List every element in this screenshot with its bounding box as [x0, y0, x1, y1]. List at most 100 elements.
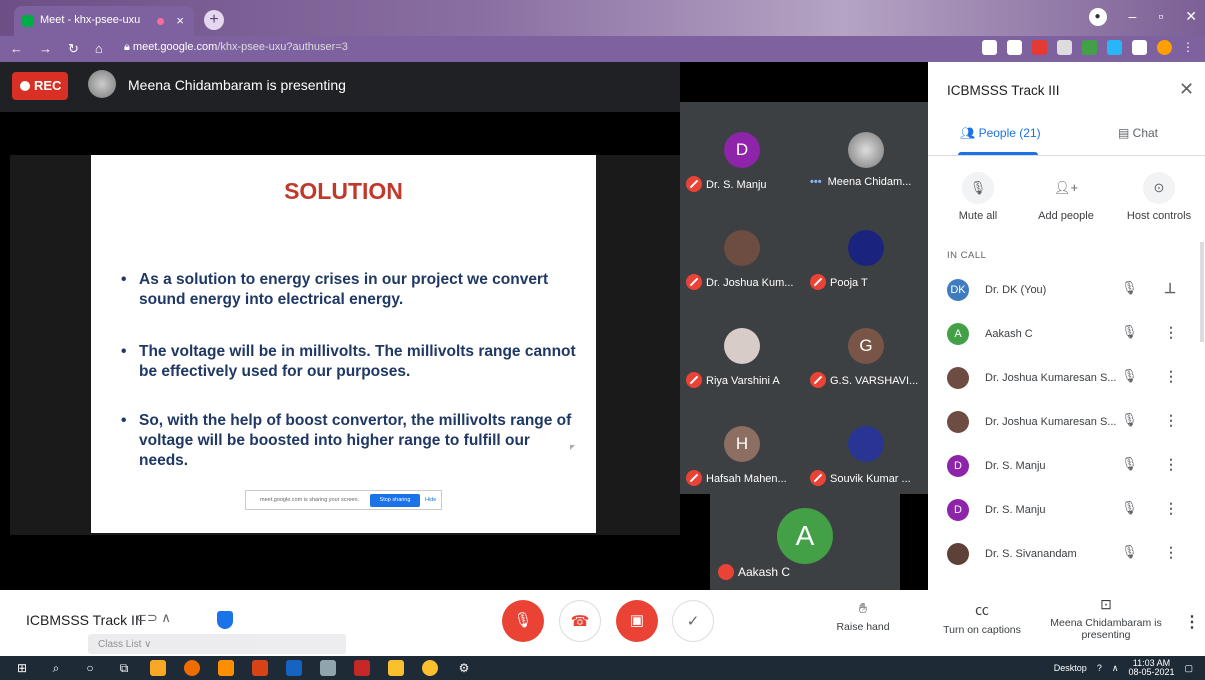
close-window-icon[interactable]: ✕ — [1185, 8, 1197, 26]
extension-check-button[interactable]: ✓ — [672, 600, 714, 642]
captions-button[interactable]: ㏄ Turn on captions — [936, 600, 1028, 636]
participant-row[interactable]: Dr. Joshua Kumaresan S... 🎙︎ ⋮ — [928, 360, 1190, 404]
extensions-puzzle-icon[interactable] — [1132, 40, 1147, 55]
mute-all-button[interactable]: 🎙︎ Mute all — [938, 172, 1018, 222]
pin-icon[interactable]: ⊥ — [1164, 280, 1176, 297]
stop-sharing-button[interactable]: Stop sharing — [370, 494, 420, 507]
lock-icon: 🔒︎ — [124, 41, 133, 53]
participant-tile[interactable]: ••• Meena Chidam... — [804, 102, 928, 200]
task-view-icon[interactable]: ⧉ — [116, 660, 132, 676]
app-icon[interactable] — [218, 660, 234, 676]
mic-off-icon: 🎙︎ — [1121, 324, 1138, 339]
clock-date: 08-05-2021 — [1128, 667, 1175, 677]
more-options-icon[interactable]: ⋮ — [1164, 368, 1178, 385]
participant-tile[interactable]: D Dr. S. Manju — [680, 102, 804, 200]
tab-close-icon[interactable]: × — [176, 13, 184, 28]
more-options-icon[interactable]: ⋮ — [1164, 500, 1178, 517]
tray-chevron-icon[interactable]: ∧ — [1112, 663, 1119, 674]
hide-button[interactable]: Hide — [425, 497, 436, 503]
cortana-icon[interactable]: ○ — [82, 660, 98, 676]
add-people-button[interactable]: 👤︎+ Add people — [1026, 172, 1106, 222]
home-icon[interactable]: ⌂ — [95, 41, 103, 57]
tab-chat[interactable]: ▤ Chat — [1118, 126, 1158, 140]
back-icon[interactable]: ← — [10, 41, 23, 57]
browser-tab[interactable]: Meet - khx-psee-uxu × — [14, 6, 194, 36]
firefox-icon[interactable] — [184, 660, 200, 676]
desktop-toolbar-label[interactable]: Desktop — [1054, 663, 1087, 673]
participant-row[interactable]: Dr. Joshua Kumaresan S... 🎙︎ ⋮ — [928, 404, 1190, 448]
search-icon[interactable]: ⌕ — [48, 660, 64, 676]
participant-tile[interactable]: G G.S. VARSHAVI... — [804, 298, 928, 396]
chrome-icon[interactable] — [422, 660, 438, 676]
acrobat-icon[interactable] — [354, 660, 370, 676]
extension-icon[interactable] — [1082, 40, 1097, 55]
sticky-notes-icon[interactable] — [150, 660, 166, 676]
mic-off-icon: 🎙︎ — [1121, 500, 1138, 515]
help-icon[interactable]: ? — [1097, 663, 1102, 673]
participant-tile[interactable]: H Hafsah Mahen... — [680, 396, 804, 494]
more-options-icon[interactable]: ⋮ — [1164, 412, 1178, 429]
participant-row[interactable]: D Dr. S. Manju 🎙︎ ⋮ — [928, 448, 1190, 492]
slide-bullet: The voltage will be in millivolts. The m… — [121, 342, 581, 382]
close-icon[interactable]: ✕ — [1179, 79, 1194, 100]
participant-tile[interactable]: Pooja T — [804, 200, 928, 298]
app-icon[interactable] — [320, 660, 336, 676]
more-options-icon[interactable]: ⋮ — [1164, 456, 1178, 473]
new-tab-button[interactable]: + — [204, 10, 224, 30]
shield-icon[interactable] — [217, 611, 233, 629]
leave-call-button[interactable]: ☎︎ — [559, 600, 601, 642]
bookmark-star-icon[interactable] — [1007, 40, 1022, 55]
word-icon[interactable] — [286, 660, 302, 676]
more-options-icon[interactable]: ⋮ — [1164, 544, 1178, 561]
nav-buttons: ← → ↻ ⌂ — [10, 41, 103, 57]
participant-tile[interactable]: Souvik Kumar ... — [804, 396, 928, 494]
host-controls-button[interactable]: ⊙ Host controls — [1116, 172, 1202, 222]
profile-icon[interactable]: ● — [1088, 8, 1107, 26]
raise-hand-button[interactable]: ✋︎ Raise hand — [830, 600, 896, 633]
participant-row[interactable]: Dr. S. Sivanandam 🎙︎ ⋮ — [928, 536, 1190, 580]
avatar — [724, 328, 760, 364]
url-field[interactable]: 🔒︎ meet.google.com/khx-psee-uxu?authuser… — [124, 41, 348, 54]
more-options-icon[interactable]: ⋮ — [1184, 612, 1200, 632]
class-list-overlay[interactable]: Class List ∨ — [88, 634, 346, 654]
meeting-details-chevron-icon[interactable]: ⊂⊃ ∧ — [136, 610, 171, 626]
participant-tile[interactable]: Riya Varshini A — [680, 298, 804, 396]
extension-icon[interactable] — [1107, 40, 1122, 55]
menu-kebab-icon[interactable]: ⋮ — [1182, 40, 1197, 55]
participant-row[interactable]: DK Dr. DK (You) 🎙︎ ⊥ — [928, 272, 1190, 316]
slide-bullet: So, with the help of boost convertor, th… — [121, 411, 581, 471]
participant-name: Meena Chidam... — [827, 176, 912, 188]
more-options-icon[interactable]: ⋮ — [1164, 324, 1178, 341]
extensions-bar: ⋮ — [982, 40, 1197, 55]
reload-icon[interactable]: ↻ — [68, 41, 79, 57]
people-icon: 👥︎ — [960, 126, 979, 140]
notifications-icon[interactable]: ▢ — [1184, 663, 1193, 674]
mic-toggle-button[interactable]: 🎙︎ — [502, 600, 544, 642]
taskbar-icons: ⊞ ⌕ ○ ⧉ ⚙︎ — [14, 660, 472, 676]
windows-start-icon[interactable]: ⊞ — [14, 660, 30, 676]
participant-tile[interactable]: Dr. Joshua Kum... — [680, 200, 804, 298]
avatar — [947, 543, 969, 565]
extension-icon[interactable] — [1032, 40, 1047, 55]
panel-scrollbar[interactable] — [1200, 242, 1204, 342]
clock[interactable]: 11:03 AM 08-05-2021 — [1128, 659, 1174, 677]
powerpoint-icon[interactable] — [252, 660, 268, 676]
minimize-icon[interactable]: – — [1129, 8, 1137, 26]
participant-tile-large[interactable]: A Aakash C — [710, 494, 900, 590]
maximize-icon[interactable]: ▫ — [1158, 8, 1163, 26]
chat-icon: ▤ — [1118, 126, 1133, 140]
window-controls: ● – ▫ ✕ — [1088, 8, 1197, 26]
extension-icon[interactable] — [1057, 40, 1072, 55]
avatar — [848, 132, 884, 168]
participant-row[interactable]: D Dr. S. Manju 🎙︎ ⋮ — [928, 492, 1190, 536]
participant-row[interactable]: A Aakash C 🎙︎ ⋮ — [928, 316, 1190, 360]
forward-icon[interactable]: → — [39, 41, 52, 57]
cast-icon[interactable] — [982, 40, 997, 55]
camera-toggle-button[interactable]: ▣ — [616, 600, 658, 642]
profile-avatar-icon[interactable] — [1157, 40, 1172, 55]
file-explorer-icon[interactable] — [388, 660, 404, 676]
browser-tabbar: Meet - khx-psee-uxu × + ● – ▫ ✕ — [0, 0, 1205, 36]
tab-people[interactable]: 👥︎ People (21) — [960, 126, 1041, 140]
presenting-button[interactable]: ⊡ Meena Chidambaram is presenting — [1046, 596, 1166, 641]
settings-gear-icon[interactable]: ⚙︎ — [456, 660, 472, 676]
